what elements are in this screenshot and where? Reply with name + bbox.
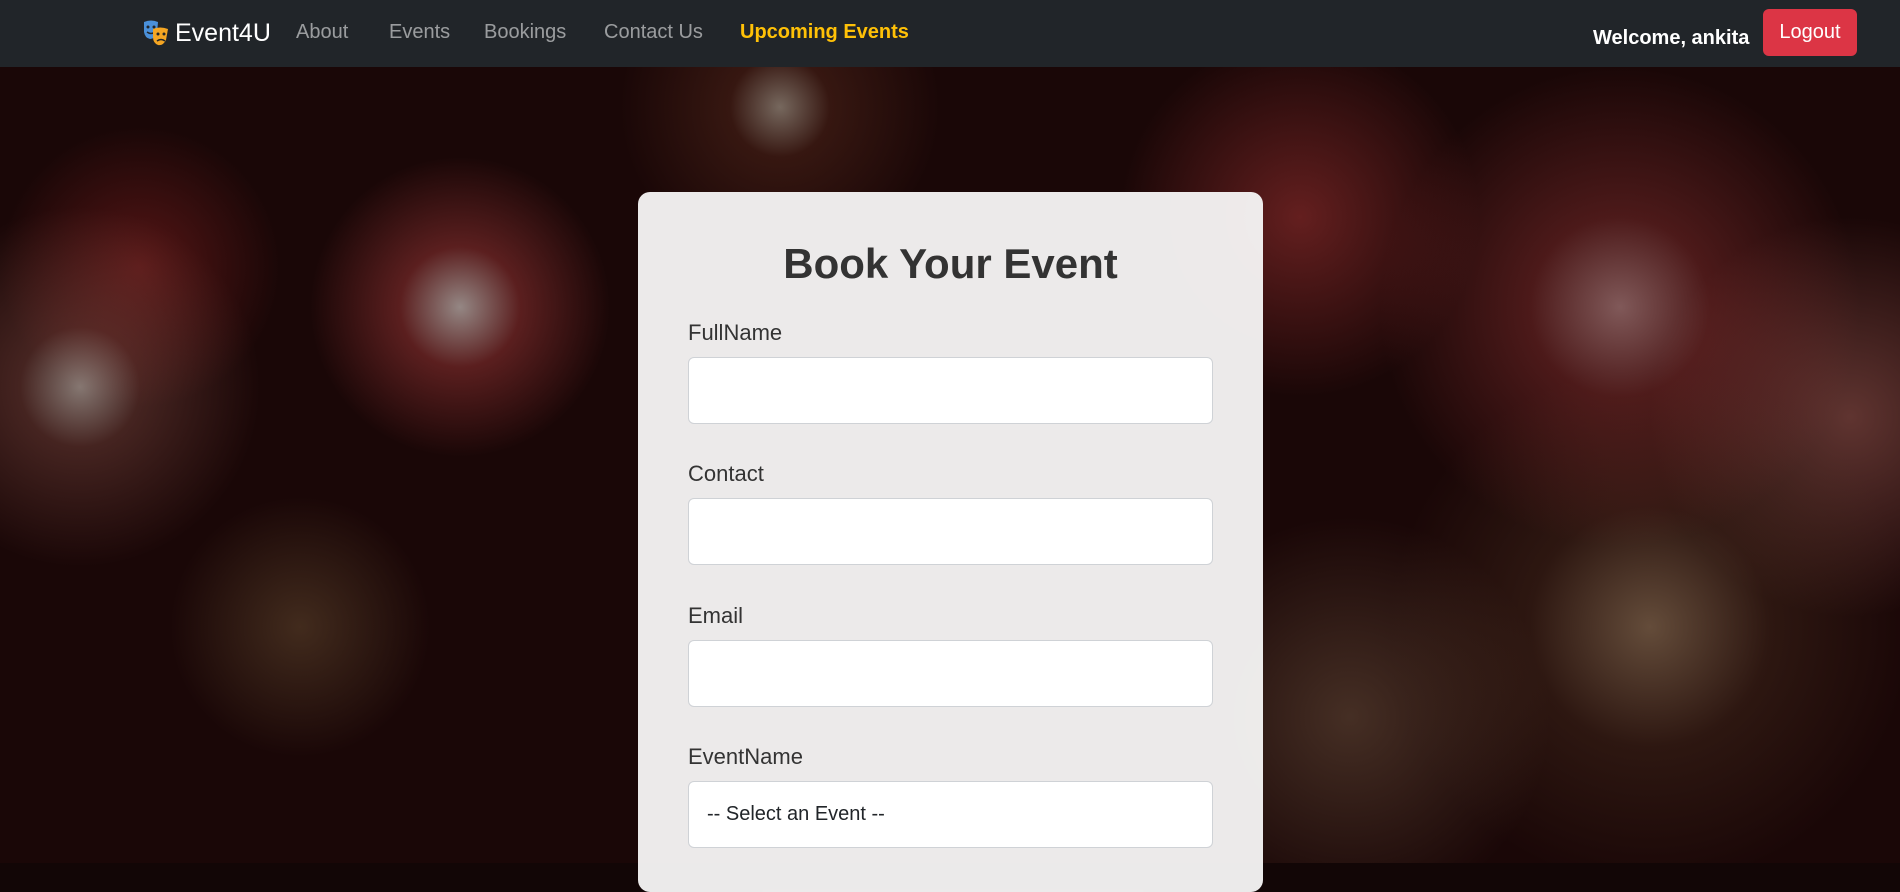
- booking-form-card: Book Your Event FullName Contact Email E…: [638, 192, 1263, 892]
- theater-masks-icon: [143, 19, 169, 47]
- nav-link-about[interactable]: About: [296, 21, 348, 44]
- brand-link[interactable]: Event4U: [143, 15, 271, 51]
- eventname-label: EventName: [688, 744, 803, 769]
- fullname-label: FullName: [688, 320, 783, 345]
- contact-input[interactable]: [688, 498, 1213, 565]
- logout-button[interactable]: Logout: [1763, 9, 1857, 56]
- navbar: Event4U About Events Bookings Contact Us…: [0, 0, 1900, 67]
- contact-label: Contact: [688, 461, 764, 486]
- email-input[interactable]: [688, 640, 1213, 707]
- nav-link-upcoming-events[interactable]: Upcoming Events: [740, 21, 909, 44]
- fullname-input[interactable]: [688, 357, 1213, 424]
- event-select-value: -- Select an Event --: [707, 803, 885, 825]
- nav-link-contact-us[interactable]: Contact Us: [604, 21, 703, 44]
- event-select[interactable]: -- Select an Event --: [688, 781, 1213, 848]
- nav-link-events[interactable]: Events: [389, 21, 450, 44]
- brand-name: Event4U: [175, 18, 271, 47]
- nav-link-bookings[interactable]: Bookings: [484, 21, 566, 44]
- form-title: Book Your Event: [783, 240, 1118, 287]
- welcome-message: Welcome, ankita: [1593, 27, 1750, 49]
- email-label: Email: [688, 603, 744, 628]
